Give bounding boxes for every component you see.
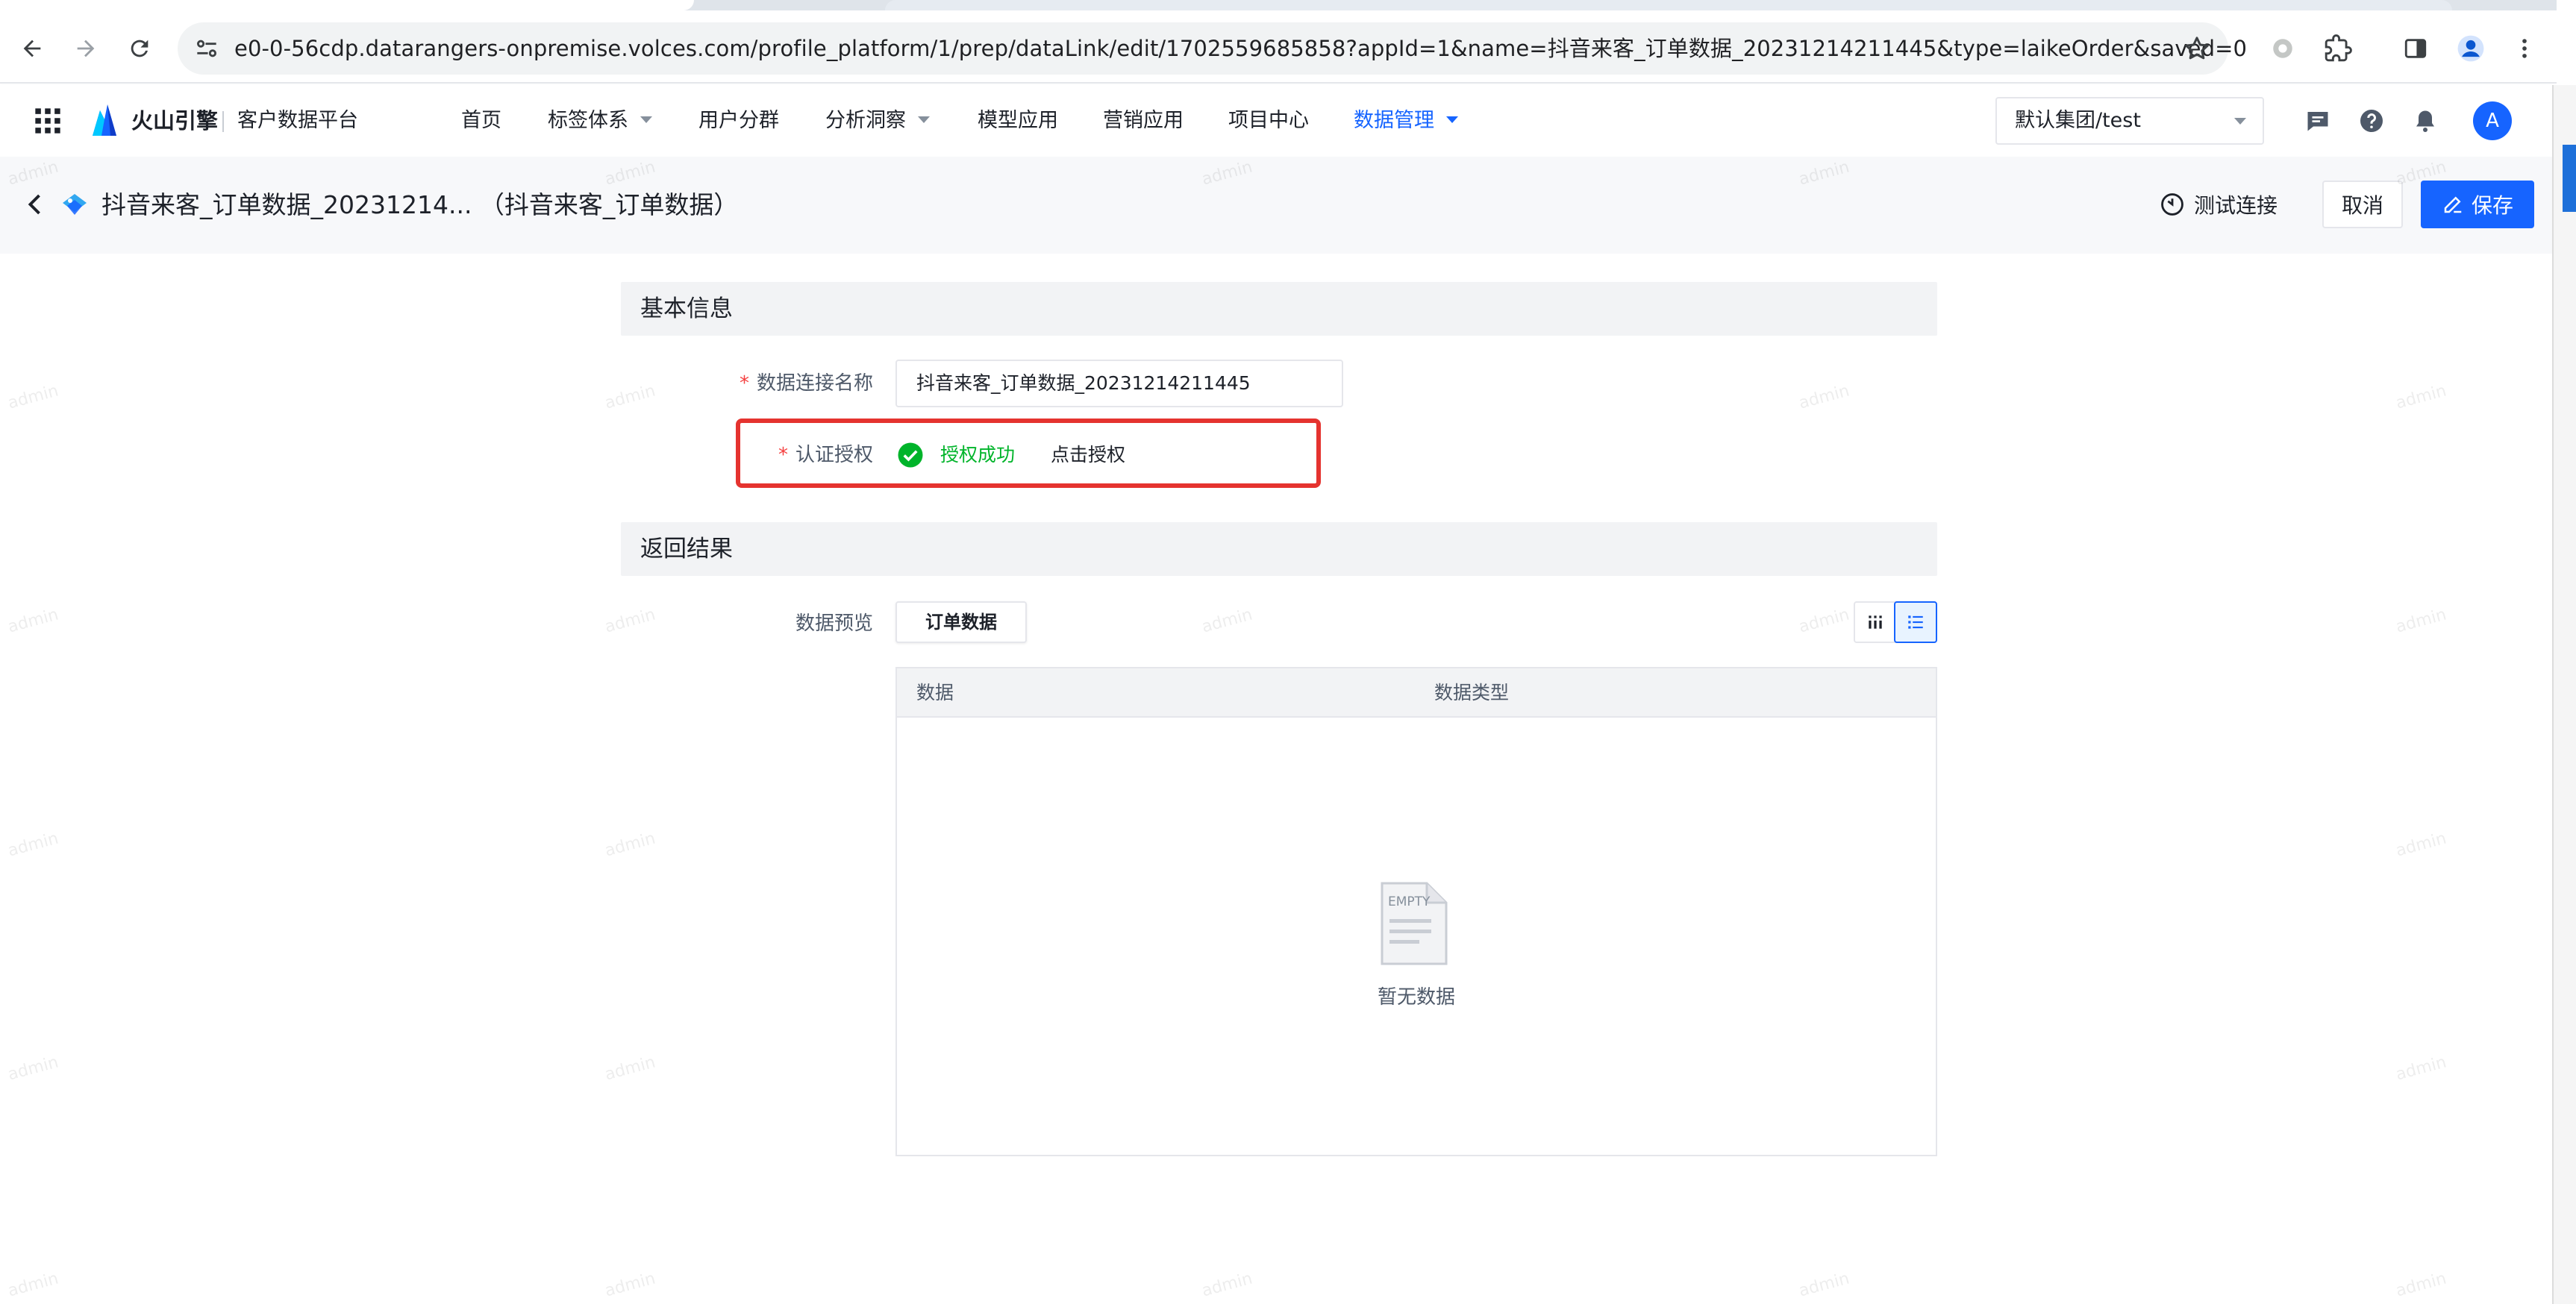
watermark: admin [1796, 605, 1851, 637]
reload-icon[interactable] [121, 30, 158, 67]
brand-name: 火山引擎 [131, 108, 219, 134]
watermark: admin [2393, 605, 2448, 637]
nav-project-center[interactable]: 项目中心 [1228, 85, 1309, 157]
data-preview-label: 数据预览 [795, 612, 873, 635]
watermark: admin [602, 829, 657, 861]
list-view-button[interactable] [1894, 601, 1937, 643]
profile-icon[interactable] [2455, 33, 2486, 64]
watermark: admin [602, 1053, 657, 1085]
volcengine-logo-icon [93, 104, 116, 136]
watermark: admin [602, 381, 657, 413]
chevron-down-icon [640, 116, 652, 123]
header-divider [222, 111, 224, 132]
save-button[interactable]: 保存 [2421, 181, 2534, 228]
watermark: admin [5, 381, 60, 413]
chevron-down-icon [2234, 118, 2246, 125]
authorize-link[interactable]: 点击授权 [1051, 440, 1125, 470]
required-mark: * [778, 444, 788, 466]
empty-state-text: 暂无数据 [1377, 986, 1455, 1009]
nav-model-apps[interactable]: 模型应用 [978, 85, 1058, 157]
timer-icon [2161, 193, 2183, 216]
column-header-data: 数据 [916, 682, 954, 703]
bookmark-star-icon[interactable] [2182, 34, 2212, 63]
watermark: admin [2393, 1269, 2448, 1301]
check-circle-icon [898, 442, 923, 468]
data-preview-table: 数据 数据类型 EMPTY 暂无数据 [895, 667, 1937, 1156]
required-mark: * [739, 372, 749, 395]
product-name: 客户数据平台 [237, 109, 358, 132]
tab-order-data[interactable]: 订单数据 [895, 601, 1027, 643]
chevron-down-icon [918, 116, 930, 123]
section-title: 基本信息 [640, 295, 733, 322]
nav-marketing-apps[interactable]: 营销应用 [1103, 85, 1184, 157]
nav-data-management[interactable]: 数据管理 [1354, 85, 1458, 157]
connection-name-input[interactable]: 抖音来客_订单数据_20231214211445 [895, 360, 1343, 407]
nav-user-segments[interactable]: 用户分群 [698, 85, 779, 157]
auth-status-text: 授权成功 [940, 444, 1016, 466]
section-basic-info: 基本信息 [621, 282, 1937, 336]
chevron-down-icon [1446, 116, 1458, 123]
connection-name-label: * 数据连接名称 [739, 372, 873, 395]
back-chevron-icon[interactable] [22, 191, 49, 218]
watermark: admin [5, 605, 60, 637]
active-tab-edge[interactable] [0, 0, 694, 10]
watermark: admin [1199, 1269, 1254, 1301]
auth-label: * 认证授权 [778, 444, 873, 466]
watermark: admin [2393, 1053, 2448, 1085]
url-text[interactable]: e0-0-56cdp.datarangers-onpremise.volces.… [234, 22, 2247, 75]
table-header: 数据 数据类型 [897, 668, 1936, 718]
empty-document-icon: EMPTY [1381, 882, 1448, 965]
extensions-icon[interactable] [2322, 33, 2354, 64]
watermark: admin [602, 1269, 657, 1301]
watermark: admin [602, 605, 657, 637]
cancel-button[interactable]: 取消 [2322, 181, 2403, 228]
watermark: admin [2393, 381, 2448, 413]
overlapping-window-accent [2563, 145, 2576, 212]
section-title: 返回结果 [640, 536, 733, 562]
watermark: admin [1796, 381, 1851, 413]
test-connection-button[interactable]: 测试连接 [2160, 180, 2278, 229]
org-select-value: 默认集团/test [2015, 109, 2141, 132]
browser-chrome: e0-0-56cdp.datarangers-onpremise.volces.… [0, 0, 2576, 84]
help-icon[interactable] [2358, 107, 2385, 134]
section-result: 返回结果 [621, 522, 1937, 576]
nav-analysis[interactable]: 分析洞察 [825, 85, 930, 157]
page-header: 抖音来客_订单数据_20231214... （抖音来客_订单数据） 测试连接 取… [0, 157, 2552, 254]
nav-tag-system[interactable]: 标签体系 [548, 85, 652, 157]
watermark: admin [1199, 605, 1254, 637]
column-view-button[interactable] [1855, 603, 1895, 642]
tab-strip [0, 0, 2576, 10]
edit-pencil-icon [2444, 196, 2462, 213]
window-edge-top [2557, 0, 2576, 85]
forward-arrow-icon[interactable] [67, 30, 104, 67]
chrome-menu-icon[interactable] [2509, 33, 2540, 64]
back-arrow-icon[interactable] [13, 30, 51, 67]
extension-puzzle-gray-icon[interactable] [2267, 33, 2298, 64]
column-header-data-type: 数据类型 [1434, 682, 1510, 703]
columns-icon [1869, 615, 1882, 629]
watermark: admin [5, 829, 60, 861]
site-settings-icon[interactable] [193, 34, 221, 63]
overlapping-window-edge [2552, 85, 2576, 1304]
bell-icon[interactable] [2412, 107, 2439, 134]
nav-home[interactable]: 首页 [461, 85, 501, 157]
user-avatar[interactable]: A [2473, 101, 2512, 140]
watermark: admin [5, 1053, 60, 1085]
app-grid-icon[interactable] [33, 106, 63, 136]
watermark: admin [5, 1269, 60, 1301]
list-icon [1908, 615, 1923, 629]
inactive-tab-edge[interactable] [885, 0, 2452, 10]
address-bar[interactable]: e0-0-56cdp.datarangers-onpremise.volces.… [178, 22, 2247, 75]
watermark: admin [1796, 1269, 1851, 1301]
org-select[interactable]: 默认集团/test [1995, 97, 2264, 145]
douyin-laike-datasource-icon [63, 194, 87, 215]
view-toggle [1854, 601, 1937, 643]
watermark: admin [2393, 829, 2448, 861]
svg-text:EMPTY: EMPTY [1388, 894, 1431, 909]
page-title: 抖音来客_订单数据_20231214... （抖音来客_订单数据） [101, 190, 739, 219]
side-panel-icon[interactable] [2400, 33, 2431, 64]
app-header: 火山引擎 客户数据平台 首页 标签体系 用户分群 分析洞察 模型应用 营销应用 … [0, 85, 2552, 157]
message-icon[interactable] [2304, 107, 2331, 134]
